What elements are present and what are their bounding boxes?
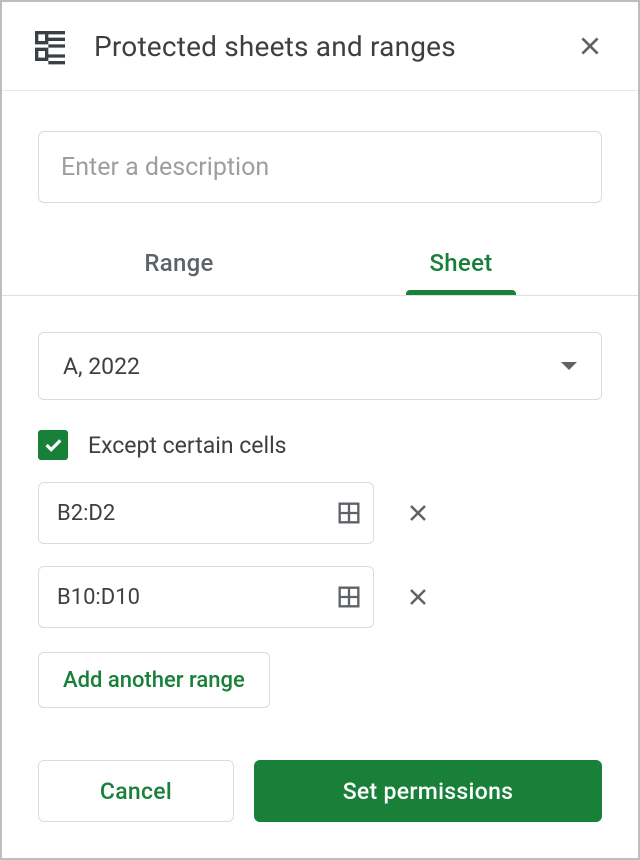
check-icon — [42, 434, 64, 456]
remove-range-button[interactable] — [396, 575, 440, 619]
add-range-button[interactable]: Add another range — [38, 652, 270, 708]
tab-range[interactable]: Range — [38, 231, 320, 295]
range-list — [38, 482, 602, 650]
range-input[interactable] — [57, 585, 335, 610]
close-icon — [406, 501, 430, 525]
tabs-divider — [2, 295, 638, 296]
close-icon — [406, 585, 430, 609]
close-icon — [577, 33, 603, 59]
select-range-icon[interactable] — [335, 583, 363, 611]
tab-sheet[interactable]: Sheet — [320, 231, 602, 295]
chevron-down-icon — [561, 362, 577, 370]
range-input-container — [38, 482, 374, 544]
panel-header: Protected sheets and ranges — [2, 2, 638, 91]
range-input[interactable] — [57, 501, 335, 526]
tabs: Range Sheet — [38, 231, 602, 295]
panel-title: Protected sheets and ranges — [94, 30, 570, 63]
cancel-button[interactable]: Cancel — [38, 760, 234, 822]
sheets-icon — [30, 26, 70, 66]
close-button[interactable] — [570, 26, 610, 66]
select-range-icon[interactable] — [335, 499, 363, 527]
sheet-select[interactable]: A, 2022 — [38, 332, 602, 400]
except-cells-label: Except certain cells — [88, 432, 287, 459]
set-permissions-button[interactable]: Set permissions — [254, 760, 602, 822]
description-input[interactable] — [38, 131, 602, 203]
except-cells-checkbox[interactable] — [38, 430, 68, 460]
sheet-select-value: A, 2022 — [63, 353, 561, 380]
range-row — [38, 566, 602, 628]
panel-body: Range Sheet A, 2022 Except certain cells — [2, 91, 638, 734]
remove-range-button[interactable] — [396, 491, 440, 535]
range-input-container — [38, 566, 374, 628]
except-cells-row: Except certain cells — [38, 430, 602, 460]
panel-footer: Cancel Set permissions — [2, 734, 638, 858]
range-row — [38, 482, 602, 544]
